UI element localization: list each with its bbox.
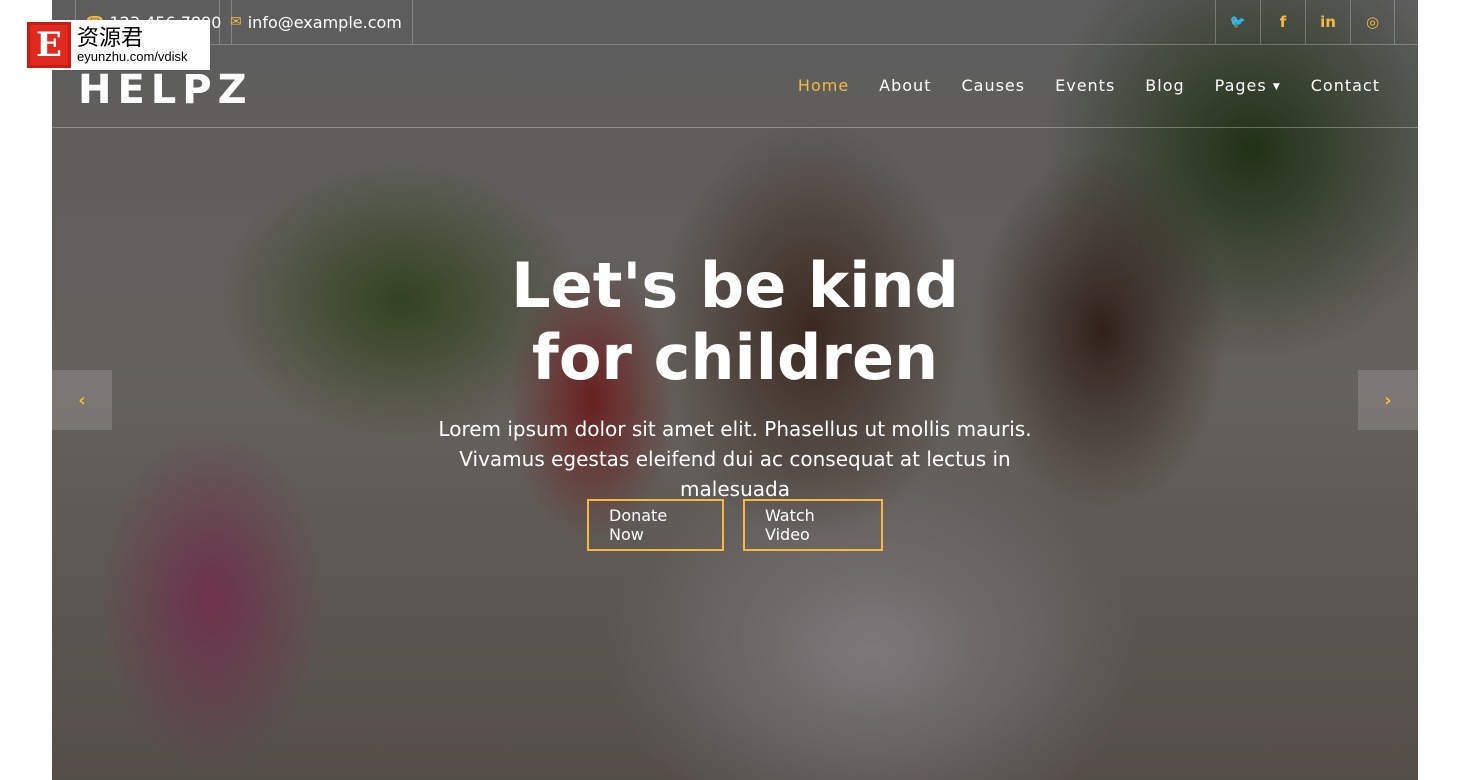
top-bar: ☎123 456 7890 ✉info@example.com 🐦 f in ◎ (52, 0, 1418, 45)
watermark-url: eyunzhu.com/vdisk (77, 48, 188, 64)
carousel-next-button[interactable]: › (1358, 370, 1418, 430)
hero-buttons: Donate Now Watch Video (587, 499, 883, 551)
chevron-left-icon: ‹ (78, 389, 86, 411)
email-info[interactable]: ✉ info@example.com (219, 0, 413, 44)
instagram-icon[interactable]: ◎ (1350, 0, 1395, 44)
nav-about[interactable]: About (879, 76, 931, 95)
caret-down-icon: ▼ (1272, 82, 1281, 92)
nav-pages-dropdown[interactable]: Pages ▼ (1215, 76, 1281, 95)
email-text[interactable]: info@example.com (248, 13, 402, 32)
watermark-text: 资源君 eyunzhu.com/vdisk (77, 25, 188, 64)
hero-title-text: Let's be kind for children (511, 249, 959, 394)
main-nav: Home About Causes Events Blog Pages ▼ Co… (798, 76, 1380, 95)
nav-blog[interactable]: Blog (1145, 76, 1184, 95)
navbar: HELPZ Home About Causes Events Blog Page… (52, 45, 1418, 128)
hero-subtitle: Lorem ipsum dolor sit amet elit. Phasell… (438, 417, 1032, 501)
logo[interactable]: HELPZ (78, 67, 253, 113)
envelope-icon: ✉ (230, 14, 242, 30)
watermark-logo: E 资源君 eyunzhu.com/vdisk (25, 20, 210, 70)
chevron-right-icon: › (1384, 389, 1392, 411)
nav-events[interactable]: Events (1055, 76, 1115, 95)
linkedin-icon[interactable]: in (1305, 0, 1350, 44)
twitter-icon[interactable]: 🐦 (1215, 0, 1260, 44)
nav-causes[interactable]: Causes (961, 76, 1025, 95)
carousel-prev-button[interactable]: ‹ (52, 370, 112, 430)
hero-carousel: ☎123 456 7890 ✉info@example.com 🐦 f in ◎… (52, 0, 1418, 780)
nav-pages-label: Pages (1214, 76, 1267, 95)
hero-title: Let's be kind for children (52, 250, 1418, 394)
nav-contact[interactable]: Contact (1311, 76, 1380, 95)
social-links: 🐦 f in ◎ (1215, 0, 1395, 44)
watch-video-button[interactable]: Watch Video (743, 499, 883, 551)
nav-home[interactable]: Home (798, 76, 849, 95)
donate-now-button[interactable]: Donate Now (587, 499, 724, 551)
watermark-e-icon: E (27, 22, 71, 68)
watermark-cn: 资源君 (77, 25, 144, 51)
facebook-icon[interactable]: f (1260, 0, 1305, 44)
